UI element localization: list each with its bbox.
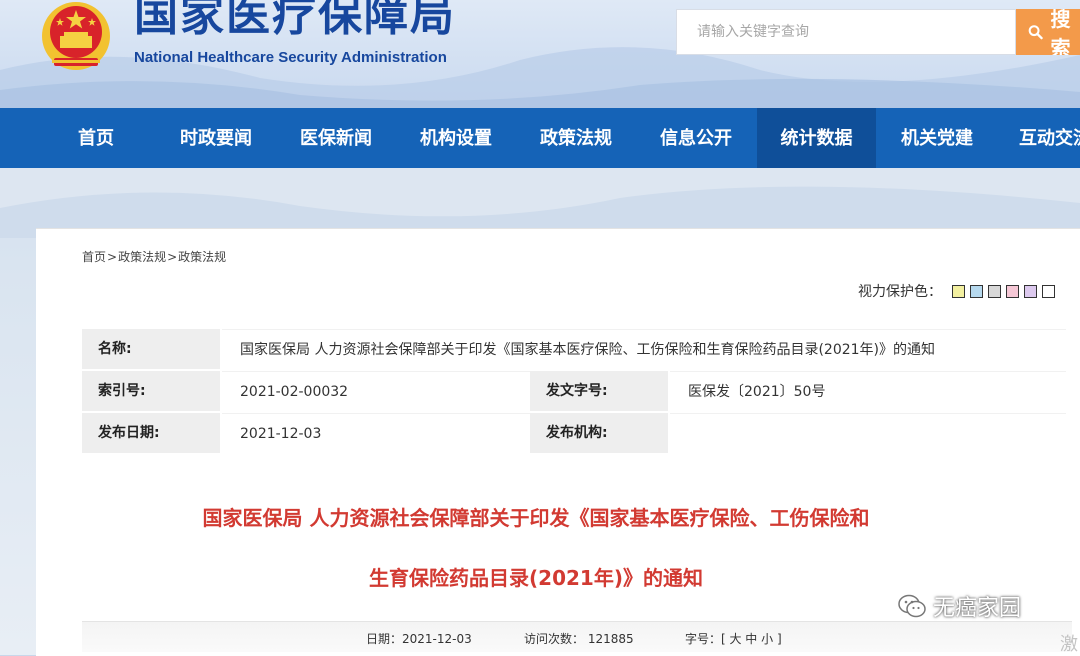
site-header: 国家医疗保障局 National Healthcare Security Adm… xyxy=(0,0,1080,108)
breadcrumb-separator: > xyxy=(167,250,178,264)
site-title-chinese: 国家医疗保障局 xyxy=(134,0,456,41)
wechat-icon xyxy=(898,594,926,618)
info-value-date: 2021-12-03 xyxy=(222,413,530,453)
document-title-line-2: 生育保险药品目录(2021年)》的通知 xyxy=(369,566,703,590)
info-label-org: 发布机构: xyxy=(530,413,668,453)
eye-protection-color-picker: 视力保护色： xyxy=(858,281,1055,301)
national-emblem-icon xyxy=(42,2,110,70)
nav-item-party-building[interactable]: 机关党建 xyxy=(878,108,996,168)
color-swatch-white[interactable] xyxy=(1042,284,1055,298)
info-label-name: 名称: xyxy=(82,329,220,369)
meta-visits: 访问次数： 121885 xyxy=(524,632,634,646)
search-input[interactable] xyxy=(676,9,1016,55)
info-label-date: 发布日期: xyxy=(82,413,220,453)
main-nav: 首页 时政要闻 医保新闻 机构设置 政策法规 信息公开 统计数据 机关党建 互动… xyxy=(0,108,1080,168)
nav-item-healthcare-news[interactable]: 医保新闻 xyxy=(277,108,395,168)
color-swatch-yellow[interactable] xyxy=(952,284,965,298)
meta-font-size[interactable]: 字号：[ 大 中 小 ] xyxy=(685,630,782,647)
info-row-date: 发布日期: 2021-12-03 发布机构: xyxy=(82,413,1066,453)
info-value-docno: 医保发〔2021〕50号 xyxy=(670,371,1066,411)
info-label-docno: 发文字号: xyxy=(530,371,668,411)
document-title-line-1: 国家医保局 人力资源社会保障部关于印发《国家基本医疗保险、工伤保险和 xyxy=(202,506,870,530)
info-label-index: 索引号: xyxy=(82,371,220,411)
nav-item-statistics[interactable]: 统计数据 xyxy=(757,108,876,168)
eye-protection-label: 视力保护色： xyxy=(858,284,942,300)
breadcrumb: 首页>政策法规>政策法规 xyxy=(82,248,226,265)
info-value-index: 2021-02-00032 xyxy=(222,371,530,411)
corner-text-fragment: 激 xyxy=(1060,634,1078,655)
nav-item-home[interactable]: 首页 xyxy=(56,108,136,168)
nav-item-interaction[interactable]: 互动交流 xyxy=(1000,108,1080,168)
nav-item-info-disclosure[interactable]: 信息公开 xyxy=(637,108,755,168)
info-value-name: 国家医保局 人力资源社会保障部关于印发《国家基本医疗保险、工伤保险和生育保险药品… xyxy=(222,329,1066,369)
color-swatch-purple[interactable] xyxy=(1024,284,1037,298)
site-title-english: National Healthcare Security Administrat… xyxy=(134,49,447,66)
search-button-label: 搜索 xyxy=(1050,9,1071,55)
breadcrumb-separator: > xyxy=(107,250,118,264)
search-icon xyxy=(1028,25,1043,40)
document-meta-bar: 日期：2021-12-03 访问次数： 121885 字号：[ 大 中 小 ] xyxy=(82,621,1072,652)
color-swatch-blue[interactable] xyxy=(970,284,983,298)
nav-item-policy[interactable]: 政策法规 xyxy=(517,108,635,168)
color-swatch-gray[interactable] xyxy=(988,284,1001,298)
search-button[interactable]: 搜索 xyxy=(1016,9,1080,55)
breadcrumb-home[interactable]: 首页 xyxy=(82,250,106,264)
breadcrumb-policy[interactable]: 政策法规 xyxy=(118,250,166,264)
info-row-name: 名称: 国家医保局 人力资源社会保障部关于印发《国家基本医疗保险、工伤保险和生育… xyxy=(82,329,1066,369)
color-swatch-pink[interactable] xyxy=(1006,284,1019,298)
watermark-text: 无癌家园 xyxy=(933,596,1022,621)
breadcrumb-policy-sub[interactable]: 政策法规 xyxy=(178,250,226,264)
info-value-org xyxy=(670,413,1066,453)
nav-item-news[interactable]: 时政要闻 xyxy=(157,108,275,168)
nav-item-organization[interactable]: 机构设置 xyxy=(397,108,515,168)
wechat-watermark: 无癌家园 xyxy=(897,590,1021,622)
meta-date: 日期：2021-12-03 xyxy=(366,632,472,646)
info-row-index: 索引号: 2021-02-00032 发文字号: 医保发〔2021〕50号 xyxy=(82,371,1066,411)
